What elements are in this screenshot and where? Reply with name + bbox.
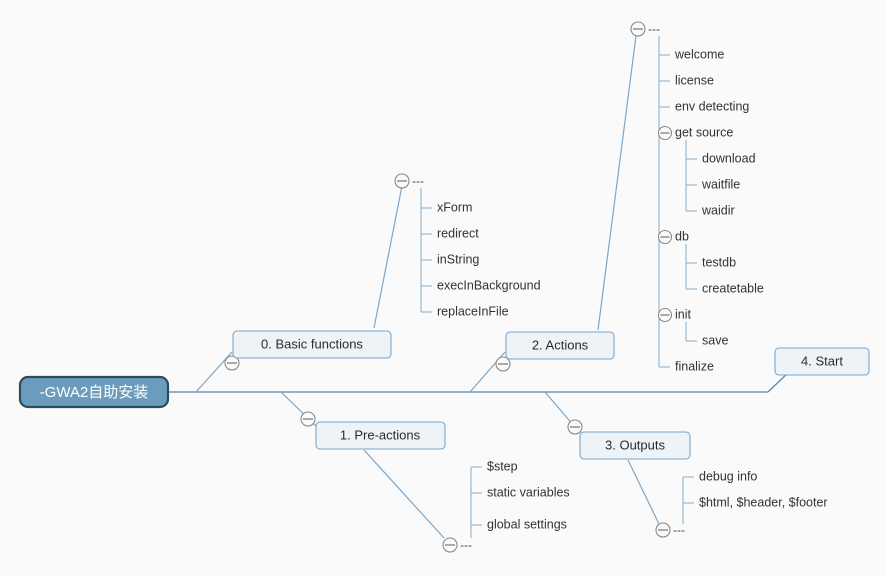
leaf-label: init xyxy=(675,307,692,321)
leaf-label: finalize xyxy=(675,359,714,373)
collapse-toggle-basic-functions-hub[interactable] xyxy=(394,173,410,189)
collapse-toggle-outputs-hub[interactable] xyxy=(655,522,671,538)
category-box-pre-actions[interactable]: 1. Pre-actions xyxy=(315,421,446,450)
leaf-label: global settings xyxy=(487,517,567,531)
list-item[interactable]: execInBackground xyxy=(421,278,541,292)
list-item[interactable]: waitfile xyxy=(686,177,740,191)
leaf-label: debug info xyxy=(699,469,757,483)
rib-actions-subtree xyxy=(597,35,637,331)
branch-pre-actions: 1. Pre-actions --- $step static variable… xyxy=(280,391,570,553)
leaf-label: testdb xyxy=(702,255,736,269)
list-item[interactable]: static variables xyxy=(471,485,570,499)
collapse-toggle-db[interactable] xyxy=(657,229,673,245)
leaf-label: createtable xyxy=(702,281,764,295)
root-node-label: -GWA2自助安装 xyxy=(40,384,149,401)
collapse-toggle-outputs[interactable] xyxy=(567,419,583,435)
list-item[interactable]: debug info xyxy=(683,469,757,483)
fishbone-diagram: -GWA2自助安装 0. Basic functions --- xForm r… xyxy=(18,21,870,553)
branch-basic-functions: 0. Basic functions --- xForm redirect in… xyxy=(195,173,541,393)
category-label-pre-actions: 1. Pre-actions xyxy=(340,427,421,442)
list-item[interactable]: init xyxy=(657,307,692,323)
leaf-label: $step xyxy=(487,459,518,473)
leaf-label: waitfile xyxy=(701,177,740,191)
list-item[interactable]: inString xyxy=(421,252,479,266)
category-label-actions: 2. Actions xyxy=(532,337,589,352)
list-item[interactable]: replaceInFile xyxy=(421,304,509,318)
category-label-start: 4. Start xyxy=(801,353,843,368)
leaf-label: license xyxy=(675,73,714,87)
leaf-label: xForm xyxy=(437,200,472,214)
collapse-toggle-actions-hub[interactable] xyxy=(630,21,646,37)
leaf-label: welcome xyxy=(674,47,724,61)
leaf-label: db xyxy=(675,229,689,243)
category-box-basic-functions[interactable]: 0. Basic functions xyxy=(232,330,392,359)
list-item[interactable]: env detecting xyxy=(659,99,749,113)
leaf-label: replaceInFile xyxy=(437,304,509,318)
category-box-outputs[interactable]: 3. Outputs xyxy=(579,431,691,460)
category-box-start[interactable]: 4. Start xyxy=(774,347,870,376)
category-label-outputs: 3. Outputs xyxy=(605,437,665,452)
collapse-toggle-actions[interactable] xyxy=(495,356,511,372)
list-item[interactable]: $html, $header, $footer xyxy=(683,495,828,509)
ellipsis-label-actions: --- xyxy=(648,22,660,36)
list-item[interactable]: waidir xyxy=(686,203,735,217)
list-item[interactable]: finalize xyxy=(659,359,714,373)
list-item[interactable]: db xyxy=(657,229,689,245)
list-item[interactable]: createtable xyxy=(686,281,764,295)
list-item[interactable]: $step xyxy=(471,459,518,473)
leaf-label: redirect xyxy=(437,226,479,240)
category-box-actions[interactable]: 2. Actions xyxy=(505,331,615,360)
list-item[interactable]: welcome xyxy=(659,47,724,61)
leaf-label: inString xyxy=(437,252,479,266)
collapse-toggle-init[interactable] xyxy=(657,307,673,323)
list-item[interactable]: save xyxy=(686,333,728,347)
collapse-toggle-pre-actions-hub[interactable] xyxy=(442,537,458,553)
leaf-label: execInBackground xyxy=(437,278,541,292)
ellipsis-label-outputs: --- xyxy=(673,523,685,537)
leaf-label: waidir xyxy=(701,203,735,217)
branch-actions: 2. Actions --- welcome license env detec… xyxy=(469,21,764,393)
branch-outputs: 3. Outputs --- debug info $html, $header… xyxy=(544,391,828,538)
leaf-label: env detecting xyxy=(675,99,749,113)
branch-start: 4. Start xyxy=(774,347,870,376)
collapse-toggle-pre-actions[interactable] xyxy=(300,411,316,427)
list-item[interactable]: global settings xyxy=(471,517,567,531)
ellipsis-label-basic-functions: --- xyxy=(412,174,424,188)
leaf-label: download xyxy=(702,151,756,165)
list-item[interactable]: redirect xyxy=(421,226,479,240)
leaf-label: get source xyxy=(675,125,733,139)
leaf-label: static variables xyxy=(487,485,570,499)
list-item[interactable]: download xyxy=(686,151,756,165)
list-item[interactable]: get source xyxy=(657,125,734,141)
category-label-basic-functions: 0. Basic functions xyxy=(261,336,363,351)
rib-outputs-subtree xyxy=(627,459,660,525)
leaf-label: $html, $header, $footer xyxy=(699,495,828,509)
list-item[interactable]: license xyxy=(659,73,714,87)
leaf-label: save xyxy=(702,333,728,347)
list-item[interactable]: testdb xyxy=(686,255,736,269)
rib-pre-actions-subtree xyxy=(363,449,445,539)
rib-basic-functions-subtree xyxy=(373,185,403,329)
list-item[interactable]: xForm xyxy=(421,200,472,214)
collapse-toggle-get-source[interactable] xyxy=(657,125,673,141)
root-node[interactable]: -GWA2自助安装 xyxy=(18,375,170,409)
ellipsis-label-pre-actions: --- xyxy=(460,538,472,552)
